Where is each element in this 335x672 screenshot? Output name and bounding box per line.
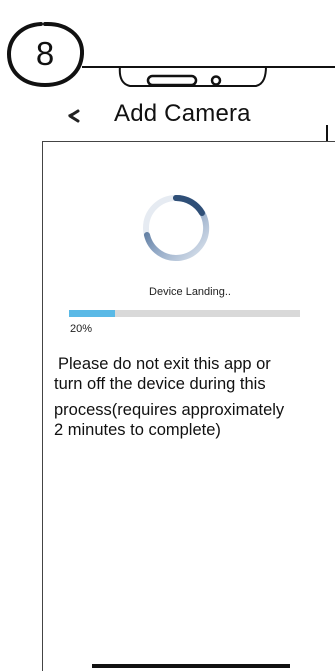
back-arrow-icon[interactable] [62,105,84,127]
phone-notch-icon [118,66,267,87]
instruction-line: process(requires approximately [54,401,285,419]
step-number: 8 [35,35,55,72]
status-text: Device Landing.. [149,286,231,298]
instruction-line: Please do not exit this app or [58,355,271,373]
phone-frame-left [42,141,43,671]
instruction-line: 2 minutes to complete) [54,421,221,439]
page-title: Add Camera [114,100,251,127]
loading-spinner-icon [143,194,210,261]
progress-bar [69,310,300,317]
instruction-line: turn off the device during this [54,375,266,393]
progress-percent: 20% [70,323,93,335]
instruction-text: Please do not exit this app or turn off … [54,354,334,440]
progress-bar-fill [69,310,116,317]
home-indicator [92,664,290,668]
step-badge: 8 [5,20,85,88]
